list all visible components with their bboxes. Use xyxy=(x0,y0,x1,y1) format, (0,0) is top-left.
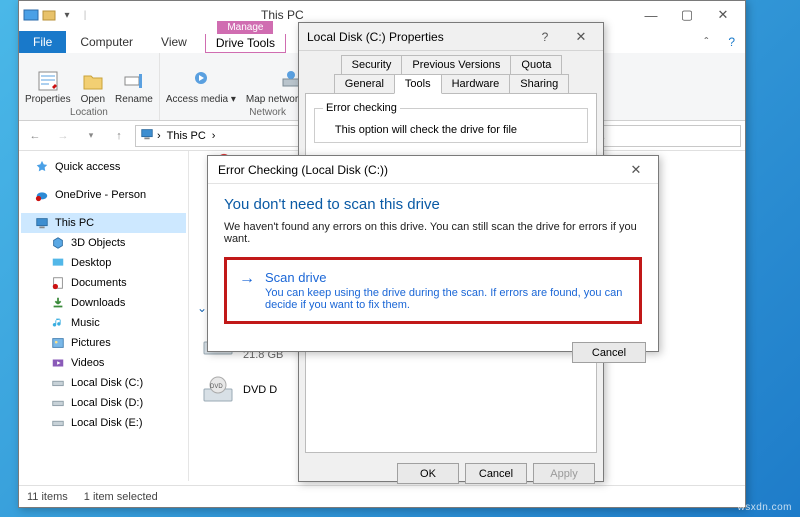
cancel-button[interactable]: Cancel xyxy=(572,342,646,363)
scan-drive-option[interactable]: → Scan drive You can keep using the driv… xyxy=(224,257,642,324)
properties-button[interactable]: Properties xyxy=(25,69,71,105)
ribbon-group-location: Properties Open Rename Location xyxy=(19,53,160,120)
window-controls: — ▢ ✕ xyxy=(633,2,741,28)
sidebar-item-desktop[interactable]: Desktop xyxy=(21,253,186,273)
qat-item[interactable] xyxy=(41,7,57,23)
crumb-separator[interactable]: › xyxy=(209,130,219,142)
qat-dropdown-icon[interactable]: ▾ xyxy=(59,7,75,23)
sidebar-item-pictures[interactable]: Pictures xyxy=(21,333,186,353)
status-item-count: 11 items xyxy=(27,491,68,503)
back-button[interactable]: ← xyxy=(23,124,47,148)
watermark: wsxdn.com xyxy=(737,502,792,513)
error-checking-text: This option will check the drive for fil… xyxy=(335,124,517,136)
cancel-button[interactable]: Cancel xyxy=(465,463,527,484)
properties-title-bar[interactable]: Local Disk (C:) Properties ? ✕ xyxy=(299,23,603,51)
help-icon[interactable]: ? xyxy=(718,31,745,53)
context-header: Manage xyxy=(217,21,273,34)
error-checking-title-bar[interactable]: Error Checking (Local Disk (C:)) ✕ xyxy=(208,156,658,184)
status-bar: 11 items 1 item selected xyxy=(19,485,745,507)
crumb-this-pc[interactable]: This PC xyxy=(164,130,209,142)
recent-locations-button[interactable]: ▾ xyxy=(79,124,103,148)
sidebar-item-videos[interactable]: Videos xyxy=(21,353,186,373)
properties-tabs: Security Previous Versions Quota General… xyxy=(299,51,603,93)
tab-view[interactable]: View xyxy=(147,31,201,53)
dialog-message: We haven't found any errors on this driv… xyxy=(224,221,642,245)
minimize-button[interactable]: — xyxy=(633,2,669,28)
tab-sharing[interactable]: Sharing xyxy=(509,74,569,94)
error-checking-buttons: Cancel xyxy=(208,336,658,373)
access-media-button[interactable]: Access media ▾ xyxy=(166,69,236,105)
help-button[interactable]: ? xyxy=(527,24,563,50)
sidebar-this-pc[interactable]: This PC xyxy=(21,213,186,233)
sidebar-item-music[interactable]: Music xyxy=(21,313,186,333)
status-selection: 1 item selected xyxy=(84,491,158,503)
sidebar-quick-access[interactable]: Quick access xyxy=(21,157,186,177)
scan-drive-description: You can keep using the drive during the … xyxy=(265,287,627,311)
open-button[interactable]: Open xyxy=(81,69,105,105)
ok-button[interactable]: OK xyxy=(397,463,459,484)
dialog-title: Error Checking (Local Disk (C:)) xyxy=(218,163,388,177)
nav-pane[interactable]: Quick access OneDrive - Person This PC 3… xyxy=(19,151,189,481)
maximize-button[interactable]: ▢ xyxy=(669,2,705,28)
crumb-separator[interactable]: › xyxy=(154,130,164,142)
group-label-network: Network xyxy=(249,107,286,118)
tab-previous-versions[interactable]: Previous Versions xyxy=(401,55,511,75)
scan-drive-title: Scan drive xyxy=(265,270,627,285)
tab-computer[interactable]: Computer xyxy=(66,31,147,53)
close-button[interactable]: ✕ xyxy=(563,24,599,50)
tab-file[interactable]: File xyxy=(19,31,66,53)
qat-separator: | xyxy=(77,7,93,23)
svg-text:DVD: DVD xyxy=(210,384,223,390)
tab-hardware[interactable]: Hardware xyxy=(441,74,511,94)
sidebar-item-documents[interactable]: Documents xyxy=(21,273,186,293)
app-icon xyxy=(23,7,39,23)
sidebar-item-local-disk-e[interactable]: Local Disk (E:) xyxy=(21,413,186,433)
window-title: This PC xyxy=(261,8,304,22)
chevron-down-icon: ⌄ xyxy=(197,301,207,315)
arrow-right-icon: → xyxy=(239,270,255,311)
error-checking-dialog: Error Checking (Local Disk (C:)) ✕ You d… xyxy=(207,155,659,352)
error-checking-body: You don't need to scan this drive We hav… xyxy=(208,184,658,336)
close-button[interactable]: ✕ xyxy=(705,2,741,28)
sidebar-onedrive[interactable]: OneDrive - Person xyxy=(21,185,186,205)
tab-drive-tools[interactable]: Drive Tools xyxy=(205,34,286,53)
tab-general[interactable]: General xyxy=(334,74,395,94)
sidebar-item-3d-objects[interactable]: 3D Objects xyxy=(21,233,186,253)
tab-security[interactable]: Security xyxy=(341,55,403,75)
up-button[interactable]: ↑ xyxy=(107,124,131,148)
pc-icon xyxy=(140,127,154,144)
quick-access-toolbar: ▾ | xyxy=(23,7,93,23)
apply-button[interactable]: Apply xyxy=(533,463,595,484)
group-label-location: Location xyxy=(70,107,108,118)
dialog-title: Local Disk (C:) Properties xyxy=(307,30,444,44)
drive-name: DVD D xyxy=(243,384,277,396)
sidebar-item-local-disk-d[interactable]: Local Disk (D:) xyxy=(21,393,186,413)
error-checking-legend: Error checking xyxy=(323,102,400,114)
ribbon-collapse-icon[interactable]: ˆ xyxy=(694,31,718,53)
tab-tools[interactable]: Tools xyxy=(394,74,442,94)
dialog-heading: You don't need to scan this drive xyxy=(224,196,642,213)
sidebar-item-downloads[interactable]: Downloads xyxy=(21,293,186,313)
context-tab-group: Manage Drive Tools xyxy=(205,21,286,53)
close-button[interactable]: ✕ xyxy=(618,157,654,183)
error-checking-group: Error checking • This option will check … xyxy=(314,102,588,143)
forward-button[interactable]: → xyxy=(51,124,75,148)
sidebar-item-local-disk-c[interactable]: Local Disk (C:) xyxy=(21,373,186,393)
tab-quota[interactable]: Quota xyxy=(510,55,562,75)
search-input[interactable]: ... xyxy=(591,125,741,147)
properties-buttons: OK Cancel Apply xyxy=(299,459,603,488)
rename-button[interactable]: Rename xyxy=(115,69,153,105)
sidebar-this-pc-children: 3D Objects Desktop Documents Downloads M… xyxy=(21,233,186,433)
